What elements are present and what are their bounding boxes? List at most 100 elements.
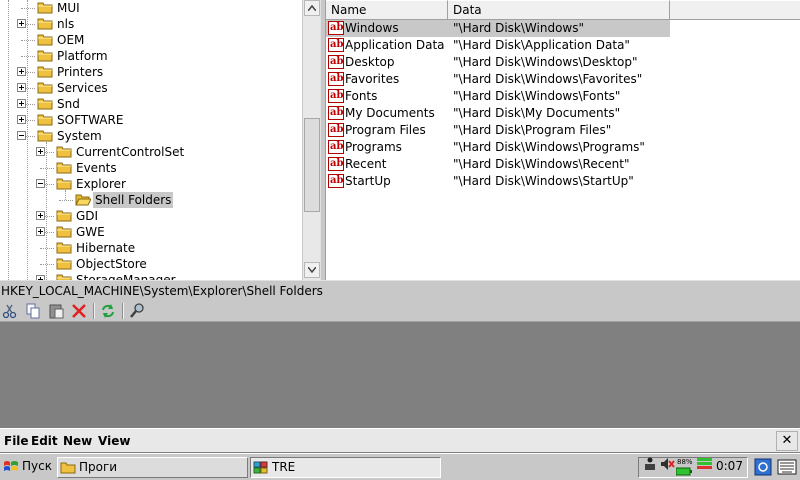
folder-icon [56,178,72,190]
expand-icon[interactable] [17,83,26,92]
string-value-icon-text: ab [330,141,344,152]
folder-icon [37,98,53,110]
tree-item[interactable]: Snd [0,96,302,112]
list-row[interactable]: ab Recent "\Hard Disk\Windows\Recent" [326,156,670,173]
scroll-thumb[interactable] [304,118,320,212]
task-button-tre[interactable]: TRE [250,457,441,478]
cut-button[interactable] [1,302,19,320]
tree-item[interactable]: Platform [0,48,302,64]
keyboard-icon[interactable] [777,459,797,478]
tree-item-label: GDI [76,209,99,223]
task-label: Проги [79,460,118,474]
folder-open-icon [75,194,91,206]
folder-icon [56,242,72,254]
folder-icon [56,258,72,270]
menu-file[interactable]: File [4,433,29,449]
list-row[interactable]: ab Desktop "\Hard Disk\Windows\Desktop" [326,54,670,71]
value-data: "\Hard Disk\My Documents" [453,106,621,120]
clock[interactable]: 0:07 [716,457,743,476]
tree-item-label: Hibernate [76,241,136,255]
value-name: My Documents [345,106,435,120]
folder-icon [56,162,72,174]
expand-icon[interactable] [17,99,26,108]
string-value-icon-text: ab [330,158,344,169]
tree-item[interactable]: MUI [0,0,302,16]
list-header: Name Data [326,0,800,20]
menu-new[interactable]: New [63,433,92,449]
list-row[interactable]: ab Application Data "\Hard Disk\Applicatio… [326,37,670,54]
value-data: "\Hard Disk\Windows\Desktop" [453,55,638,69]
tree-item-label: ObjectStore [76,257,147,271]
list-row[interactable]: ab Favorites "\Hard Disk\Windows\Favorites… [326,71,670,88]
list-row[interactable]: ab Windows "\Hard Disk\Windows" [326,20,670,37]
collapse-icon[interactable] [36,179,45,188]
tree-connector [40,264,54,265]
string-value-icon-text: ab [330,39,344,50]
toolbar [0,300,800,322]
tree-connector [21,56,35,57]
delete-button[interactable] [70,302,88,320]
volume-muted-icon[interactable] [659,456,675,475]
folder-icon [56,210,72,222]
registry-icon [253,460,269,480]
signal-icon[interactable] [696,456,714,475]
task-button-progi[interactable]: Проги [57,457,248,478]
tree-item[interactable]: OEM [0,32,302,48]
value-name: StartUp [345,174,391,188]
tree-item-label: Shell Folders [93,192,174,208]
value-name: Fonts [345,89,378,103]
find-icon [130,303,144,318]
list-row[interactable]: ab My Documents "\Hard Disk\My Documents" [326,105,670,122]
folder-icon [37,50,53,62]
folder-icon [37,130,53,142]
menu-view[interactable]: View [98,433,130,449]
string-value-icon: ab [328,21,344,35]
string-value-icon-text: ab [330,56,344,67]
column-header-name[interactable]: Name [326,0,448,19]
list-row[interactable]: ab Programs "\Hard Disk\Windows\Programs" [326,139,670,156]
tree-item[interactable]: nls [0,16,302,32]
close-button[interactable]: ✕ [776,431,798,451]
tree-item-label: Printers [57,65,104,79]
expand-icon[interactable] [17,115,26,124]
column-header-data[interactable]: Data [448,0,670,19]
list-row[interactable]: ab StartUp "\Hard Disk\Windows\StartUp" [326,173,670,190]
list-row[interactable]: ab Fonts "\Hard Disk\Windows\Fonts" [326,88,670,105]
paste-button[interactable] [48,302,66,320]
menu-edit[interactable]: Edit [31,433,58,449]
column-header-empty [670,0,800,19]
string-value-icon-text: ab [330,73,344,84]
copy-button[interactable] [24,302,42,320]
registry-tree[interactable]: MUI nls OEM Platform Printers Services Snd SOFT… [0,0,320,280]
tree-scrollbar[interactable] [302,0,320,280]
tree-item-label: GWE [76,225,105,239]
toolbar-separator [122,303,124,319]
expand-icon[interactable] [17,19,26,28]
list-row[interactable]: ab Program Files "\Hard Disk\Program Files… [326,122,670,139]
expand-icon[interactable] [36,227,45,236]
folder-icon [37,34,53,46]
desktop-icon[interactable] [754,458,772,479]
expand-icon[interactable] [36,211,45,220]
folder-icon [56,146,72,158]
tree-item[interactable]: Services [0,80,302,96]
tree-item-label: OEM [57,33,85,47]
tree-item-label: Services [57,81,108,95]
find-button[interactable] [128,302,146,320]
refresh-button[interactable] [99,302,117,320]
network-icon[interactable] [643,456,657,475]
scroll-down-button[interactable] [304,262,320,278]
start-button[interactable]: Пуск [1,457,55,478]
value-data: "\Hard Disk\Windows\Programs" [453,140,645,154]
values-list[interactable]: Name Data ab Windows "\Hard Disk\Windows" a… [326,0,800,280]
expand-icon[interactable] [17,67,26,76]
string-value-icon: ab [328,89,344,103]
string-value-icon-text: ab [330,22,344,33]
scroll-up-button[interactable] [304,0,320,16]
tree-item[interactable]: SOFTWARE [0,112,302,128]
expand-icon[interactable] [36,147,45,156]
folder-icon [37,114,53,126]
collapse-icon[interactable] [17,131,26,140]
tree-item[interactable]: Printers [0,64,302,80]
battery-icon[interactable] [675,466,692,479]
